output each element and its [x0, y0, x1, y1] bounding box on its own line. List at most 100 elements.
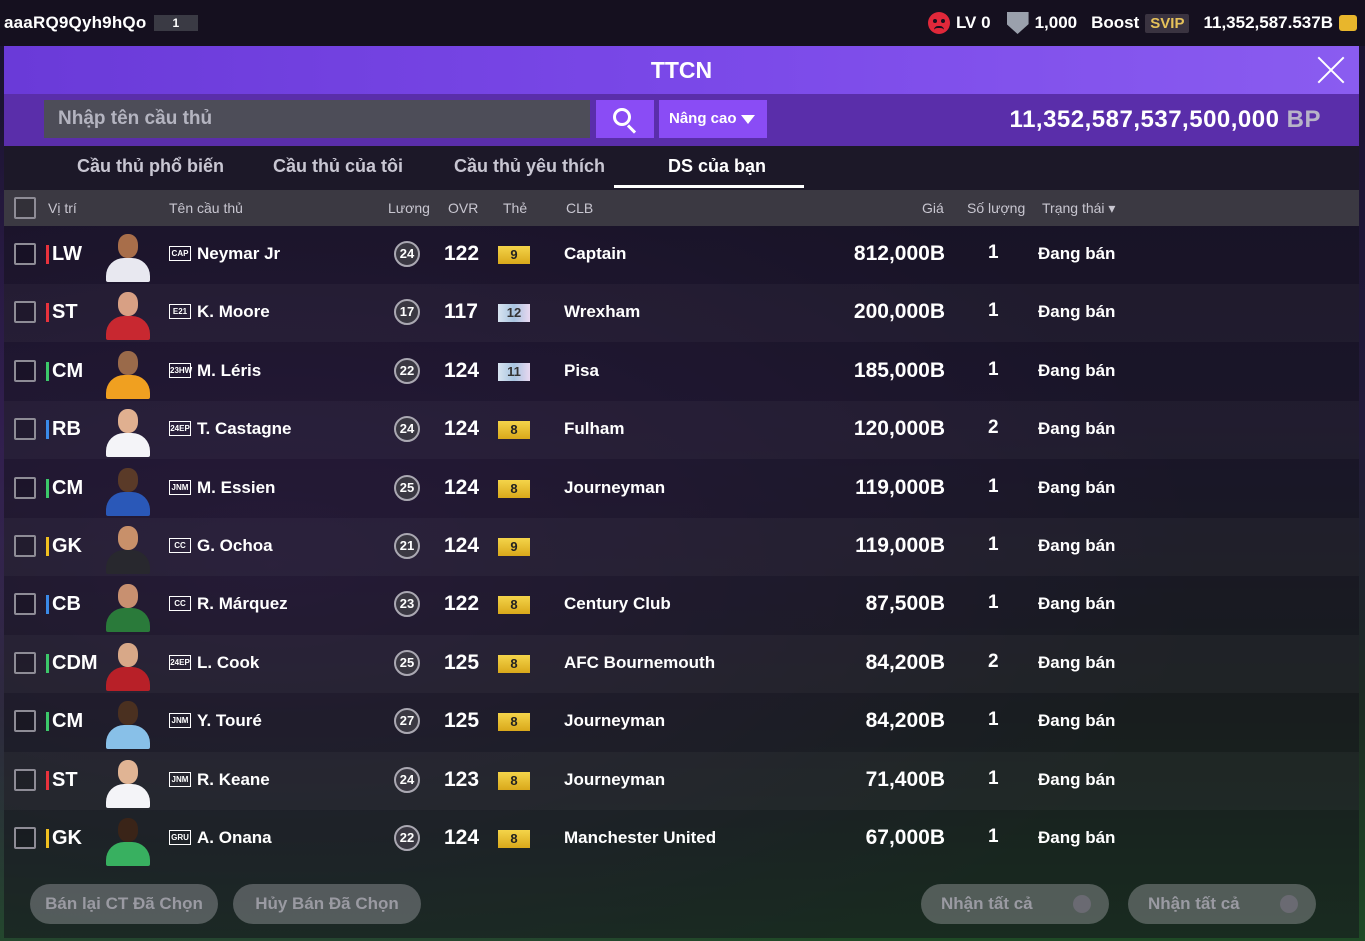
player-name[interactable]: L. Cook	[197, 653, 259, 673]
card-level-badge: 8	[498, 713, 530, 732]
header-price[interactable]: Giá	[922, 200, 944, 216]
coin-icon	[1339, 15, 1357, 31]
row-checkbox[interactable]	[14, 651, 36, 674]
search-row: Nâng cao 11,352,587,537,500,000 BP	[4, 94, 1359, 146]
table-row[interactable]: GK CC G. Ochoa 21 124 9 119,000B 1 Đang …	[4, 518, 1359, 576]
table-row[interactable]: CDM 24EP L. Cook 25 125 8 AFC Bournemout…	[4, 635, 1359, 693]
search-button[interactable]	[596, 100, 654, 138]
header-club[interactable]: CLB	[566, 200, 593, 216]
header-quantity[interactable]: Số lượng	[967, 200, 1025, 216]
select-all-checkbox[interactable]	[14, 197, 36, 219]
season-icon: JNM	[169, 771, 191, 787]
status-label: Đang bán	[1038, 302, 1116, 322]
tab-popular-players[interactable]: Cầu thủ phổ biến	[77, 156, 224, 177]
player-avatar	[102, 405, 154, 458]
claim-all-coins-button[interactable]: Nhận tất cả	[1128, 884, 1316, 924]
season-icon: CAP	[169, 246, 191, 261]
card-level-badge: 11	[498, 362, 530, 381]
resell-selected-button[interactable]: Bán lại CT Đã Chọn	[30, 884, 218, 924]
table-row[interactable]: CM 23HW M. Léris 22 124 11 Pisa 185,000B…	[4, 343, 1359, 401]
claim-all-players-button[interactable]: Nhận tất cả	[921, 884, 1109, 924]
status-label: Đang bán	[1038, 536, 1116, 555]
player-avatar	[102, 288, 154, 341]
player-avatar	[102, 756, 154, 808]
player-name[interactable]: Neymar Jr	[197, 244, 280, 264]
player-name[interactable]: K. Moore	[197, 302, 270, 322]
coin-balance: 11,352,587.537B	[1203, 13, 1333, 32]
player-avatar	[102, 230, 154, 282]
username: aaaRQ9Qyh9hQo	[4, 13, 147, 32]
row-checkbox[interactable]	[14, 827, 36, 849]
row-checkbox[interactable]	[14, 593, 36, 616]
header-card[interactable]: Thẻ	[503, 200, 527, 216]
player-avatar	[102, 522, 154, 574]
price-value: 119,000B	[855, 475, 945, 499]
status-label: Đang bán	[1038, 652, 1116, 672]
header-status[interactable]: Trạng thái ▾	[1042, 200, 1115, 217]
salary-badge: 24	[394, 241, 420, 267]
bp-balance: 11,352,587,537,500,000 BP	[1010, 106, 1321, 134]
player-name[interactable]: G. Ochoa	[197, 536, 273, 556]
row-checkbox[interactable]	[14, 243, 36, 265]
row-checkbox[interactable]	[14, 535, 36, 557]
price-value: 119,000B	[855, 534, 945, 557]
status-label: Đang bán	[1038, 711, 1116, 731]
table-row[interactable]: CB CC R. Márquez 23 122 8 Century Club 8…	[4, 576, 1359, 634]
table-row[interactable]: CM JNM Y. Touré 27 125 8 Journeyman 84,2…	[4, 693, 1359, 751]
row-checkbox[interactable]	[14, 301, 36, 324]
player-name[interactable]: R. Keane	[197, 770, 270, 790]
header-salary[interactable]: Lương	[388, 200, 430, 216]
season-icon: GRU	[169, 830, 191, 845]
row-checkbox[interactable]	[14, 359, 36, 382]
row-checkbox[interactable]	[14, 768, 36, 791]
table-header: Vị trí Tên cầu thủ Lương OVR Thẻ CLB Giá…	[4, 190, 1359, 226]
advanced-filter-button[interactable]: Nâng cao	[659, 100, 767, 138]
season-icon: JNM	[169, 479, 191, 495]
player-name[interactable]: T. Castagne	[197, 419, 291, 439]
player-name[interactable]: M. Léris	[197, 361, 261, 381]
table-row[interactable]: ST E21 K. Moore 17 117 12 Wrexham 200,00…	[4, 284, 1359, 342]
ovr-value: 124	[444, 417, 480, 441]
salary-badge: 24	[394, 416, 420, 443]
svip-badge[interactable]: SVIP	[1145, 13, 1190, 33]
player-name[interactable]: Y. Touré	[197, 711, 262, 731]
row-checkbox[interactable]	[14, 476, 36, 499]
price-value: 67,000B	[865, 826, 945, 849]
card-level-badge: 8	[498, 830, 530, 848]
table-row[interactable]: GK GRU A. Onana 22 124 8 Manchester Unit…	[4, 810, 1359, 868]
row-checkbox[interactable]	[14, 710, 36, 733]
tab-my-players[interactable]: Cầu thủ của tôi	[273, 156, 403, 177]
club-name: Journeyman	[564, 711, 666, 731]
player-name[interactable]: M. Essien	[197, 478, 275, 498]
claim-all-label: Nhận tất cả	[1148, 894, 1240, 913]
header-ovr[interactable]: OVR	[448, 200, 478, 216]
salary-badge: 25	[394, 649, 420, 676]
search-input[interactable]	[44, 100, 590, 138]
header-position[interactable]: Vị trí	[48, 200, 77, 216]
status-label: Đang bán	[1038, 594, 1116, 614]
table-row[interactable]: LW CAP Neymar Jr 24 122 9 Captain 812,00…	[4, 226, 1359, 284]
tab-favorite-players[interactable]: Cầu thủ yêu thích	[454, 156, 605, 177]
tab-your-listings[interactable]: DS của bạn	[668, 156, 766, 177]
table-row[interactable]: CM JNM M. Essien 25 124 8 Journeyman 119…	[4, 460, 1359, 518]
header-player[interactable]: Tên cầu thủ	[169, 200, 243, 216]
club-name: Wrexham	[564, 302, 641, 322]
claim-all-label: Nhận tất cả	[941, 894, 1033, 913]
row-checkbox[interactable]	[14, 418, 36, 441]
player-avatar	[102, 639, 154, 691]
quantity-value: 1	[988, 300, 999, 322]
ovr-value: 124	[444, 475, 480, 499]
season-icon: 24EP	[169, 654, 191, 670]
status-label: Đang bán	[1038, 244, 1116, 263]
mood-face-icon	[927, 12, 950, 34]
table-row[interactable]: ST JNM R. Keane 24 123 8 Journeyman 71,4…	[4, 752, 1359, 810]
quantity-value: 2	[988, 417, 999, 439]
player-name[interactable]: R. Márquez	[197, 594, 288, 614]
player-name[interactable]: A. Onana	[197, 828, 272, 848]
price-value: 84,200B	[865, 709, 945, 733]
active-tab-indicator	[614, 185, 804, 188]
close-icon[interactable]	[1315, 54, 1347, 86]
player-position: LW	[46, 243, 82, 266]
cancel-selected-button[interactable]: Hủy Bán Đã Chọn	[233, 884, 421, 924]
table-row[interactable]: RB 24EP T. Castagne 24 124 8 Fulham 120,…	[4, 401, 1359, 459]
